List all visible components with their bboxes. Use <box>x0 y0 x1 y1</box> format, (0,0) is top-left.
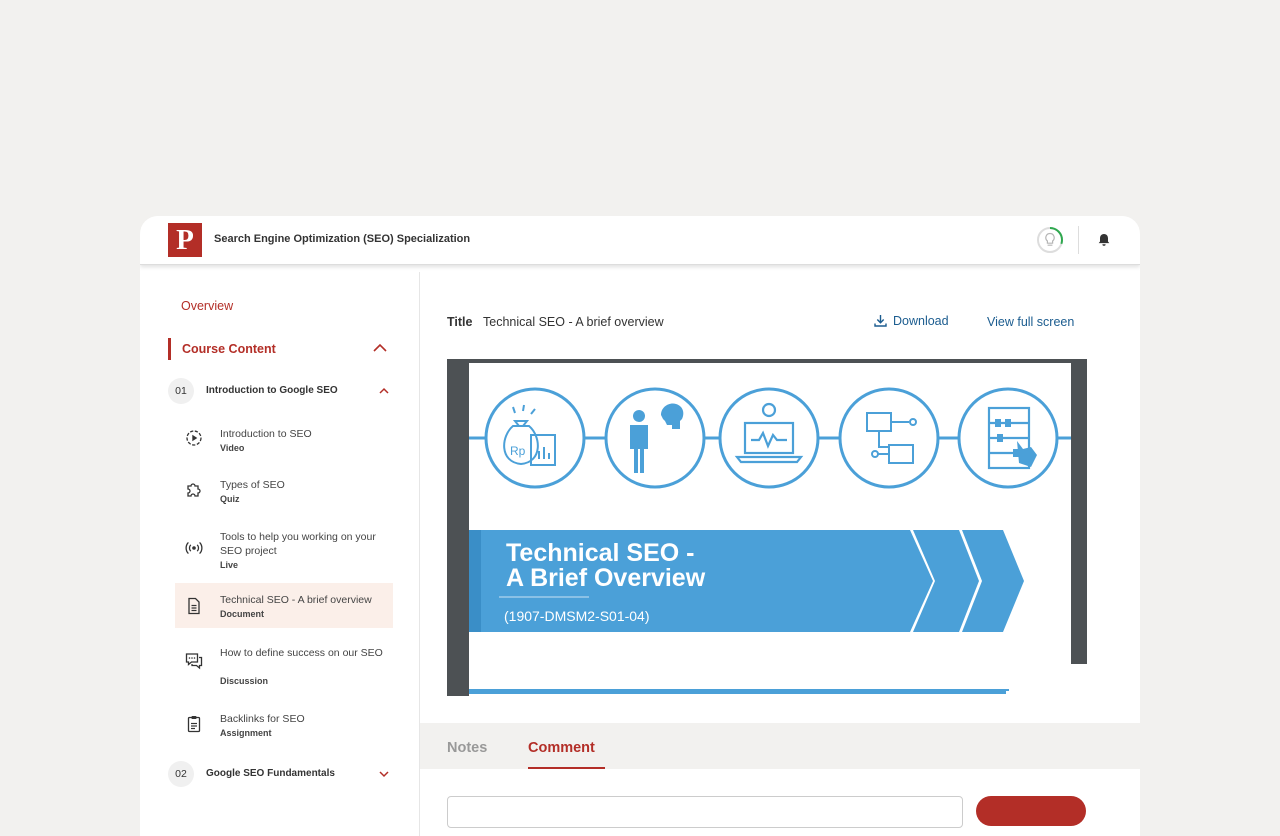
chevron-up-icon[interactable] <box>372 340 388 356</box>
lesson-title: Technical SEO - A brief overview <box>220 594 372 606</box>
slide-page: Rp Technical SEO - A Brief Overview (190… <box>469 363 1071 696</box>
slide-code: (1907-DMSM2-S01-04) <box>504 608 650 624</box>
view-full-screen-link[interactable]: View full screen <box>987 315 1074 329</box>
module-title: Google SEO Fundamentals <box>206 768 335 779</box>
chevron-down-icon[interactable] <box>378 769 390 779</box>
download-icon <box>874 315 887 327</box>
course-window: P Search Engine Optimization (SEO) Speci… <box>140 216 1140 836</box>
app-header: P Search Engine Optimization (SEO) Speci… <box>140 216 1140 265</box>
document-viewer[interactable]: Rp Technical SEO - A Brief Overview (190… <box>447 359 1140 731</box>
lesson-tools[interactable]: Tools to help you working on your SEO pr… <box>175 523 393 581</box>
lesson-title: How to define success on our SEO <box>220 647 383 659</box>
clipboard-icon <box>187 716 201 733</box>
lesson-type: Document <box>220 609 265 619</box>
progress-ring-icon[interactable] <box>1036 226 1064 254</box>
bell-icon[interactable] <box>1096 232 1112 248</box>
chevron-up-icon[interactable] <box>378 386 390 396</box>
header-divider <box>1078 226 1079 254</box>
tab-notes[interactable]: Notes <box>447 740 487 756</box>
lesson-technical-seo[interactable]: Technical SEO - A brief overview Documen… <box>175 583 393 628</box>
lesson-types-of-seo[interactable]: Types of SEO Quiz <box>175 471 393 515</box>
broadcast-icon <box>185 541 203 555</box>
viewer-frame-left <box>447 359 469 696</box>
brand-logo[interactable]: P <box>168 223 202 257</box>
course-title: Search Engine Optimization (SEO) Special… <box>214 233 471 245</box>
tab-comment[interactable]: Comment <box>528 740 595 756</box>
comment-input[interactable] <box>447 796 963 828</box>
active-tab-indicator <box>528 767 605 769</box>
title-label: Title <box>447 315 473 329</box>
puzzle-icon <box>187 483 201 497</box>
currency-text: Rp <box>510 444 526 458</box>
lesson-type: Assignment <box>220 728 272 738</box>
slide-title-line2: A Brief Overview <box>506 564 706 592</box>
viewer-frame-right <box>1071 359 1087 664</box>
lesson-type: Live <box>220 560 239 570</box>
lesson-type: Discussion <box>220 676 269 686</box>
lesson-content: Title Technical SEO - A brief overview D… <box>420 272 1140 836</box>
lesson-introduction-to-seo[interactable]: Introduction to SEO Video <box>175 420 393 464</box>
lesson-title: Introduction to SEO <box>220 428 312 440</box>
slide-title: Technical SEO - A Brief Overview <box>506 541 705 591</box>
module-number: 01 <box>168 378 194 404</box>
overview-link[interactable]: Overview <box>181 299 233 313</box>
lesson-backlinks[interactable]: Backlinks for SEO Assignment <box>175 705 393 749</box>
play-circle-icon <box>186 430 202 446</box>
module-number: 02 <box>168 761 194 787</box>
document-icon <box>188 597 200 615</box>
post-comment-button[interactable] <box>976 796 1086 826</box>
lesson-define-success[interactable]: How to define success on our SEO Discuss… <box>175 639 393 697</box>
tab-bar: Notes Comment <box>420 723 1140 769</box>
lesson-title: Tools to help you working on your SEO pr… <box>220 531 376 557</box>
lesson-title: Types of SEO <box>220 479 285 491</box>
lesson-type: Quiz <box>220 494 240 504</box>
download-link[interactable]: Download <box>874 314 949 328</box>
slide-title-line1: Technical SEO - <box>506 539 695 567</box>
lesson-type: Video <box>220 443 245 453</box>
lesson-title-value: Technical SEO - A brief overview <box>483 315 664 329</box>
chat-icon <box>185 653 203 670</box>
slide-graphics: Rp <box>469 387 1071 694</box>
course-sidebar: Overview Course Content 01 Introduction … <box>140 272 420 836</box>
module-title: Introduction to Google SEO <box>206 385 338 396</box>
course-content-heading[interactable]: Course Content <box>168 338 276 360</box>
lesson-title: Backlinks for SEO <box>220 713 305 725</box>
download-label: Download <box>893 314 949 328</box>
